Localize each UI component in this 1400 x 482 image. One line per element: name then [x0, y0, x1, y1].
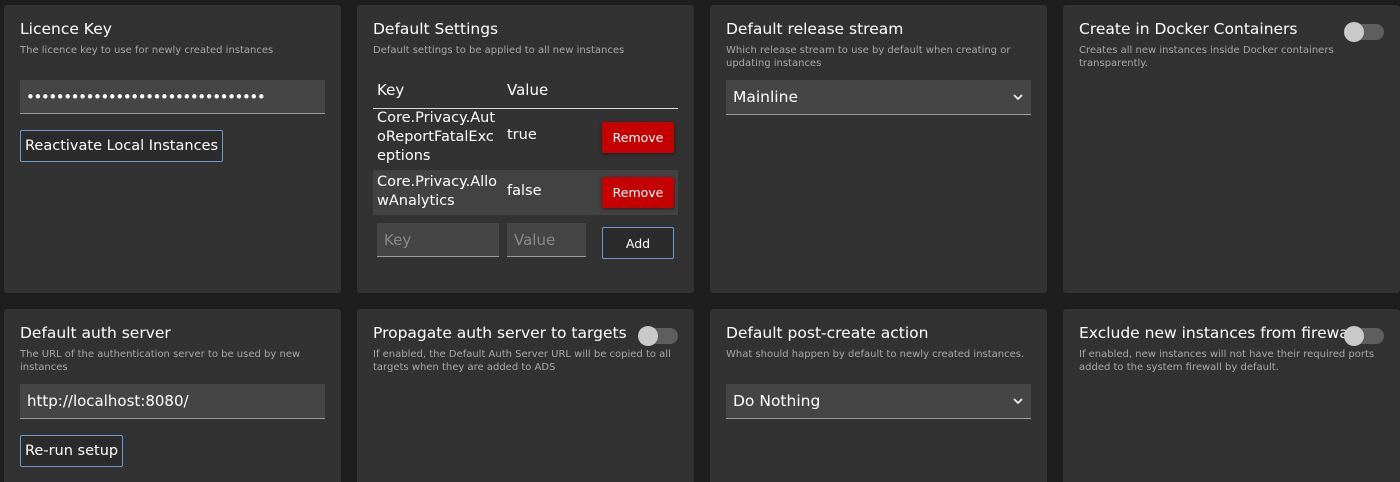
propagate-description: If enabled, the Default Auth Server URL …	[373, 349, 671, 373]
remove-setting-button[interactable]: Remove	[602, 177, 674, 208]
firewall-title: Exclude new instances from firewall	[1079, 324, 1358, 342]
toggle-knob	[1344, 22, 1364, 42]
firewall-description: If enabled, new instances will not have …	[1079, 349, 1375, 373]
post-create-card: Default post-create action What should h…	[710, 309, 1047, 482]
table-row: Core.Privacy.AutoReportFatalExceptions t…	[373, 109, 678, 169]
table-row: Core.Privacy.AllowAnalytics false Remove	[373, 170, 678, 215]
setting-value: true	[507, 127, 537, 143]
release-stream-title: Default release stream	[726, 20, 904, 38]
setting-key: Core.Privacy.AllowAnalytics	[377, 174, 498, 209]
licence-key-input[interactable]: ••••••••••••••••••••••••••••••••	[20, 80, 325, 114]
auth-server-description: The URL of the authentication server to …	[20, 349, 301, 373]
docker-card: Create in Docker Containers Creates all …	[1063, 5, 1400, 293]
release-stream-selected: Mainline	[733, 88, 798, 106]
settings-grid: Licence Key The licence key to use for n…	[0, 0, 1400, 482]
setting-value: false	[507, 183, 542, 199]
rerun-setup-button[interactable]: Re-run setup	[20, 435, 124, 467]
reactivate-local-instances-button[interactable]: Reactivate Local Instances	[20, 130, 224, 162]
propagate-toggle[interactable]	[638, 326, 678, 346]
new-setting-key-input[interactable]	[377, 223, 499, 257]
licence-key-card: Licence Key The licence key to use for n…	[4, 5, 341, 293]
propagate-card: Propagate auth server to targets If enab…	[357, 309, 694, 482]
licence-key-description: The licence key to use for newly created…	[20, 45, 274, 56]
default-settings-card: Default Settings Default settings to be …	[357, 5, 694, 293]
docker-description: Creates all new instances inside Docker …	[1079, 45, 1334, 69]
firewall-toggle[interactable]	[1344, 326, 1384, 346]
settings-table-header: Key Value	[373, 81, 678, 109]
chevron-down-icon	[1013, 94, 1023, 101]
docker-toggle[interactable]	[1344, 22, 1384, 42]
auth-server-url-input[interactable]	[20, 384, 325, 419]
release-stream-description: Which release stream to use by default w…	[726, 45, 1011, 69]
post-create-selected: Do Nothing	[733, 392, 821, 410]
docker-title: Create in Docker Containers	[1079, 20, 1298, 38]
chevron-down-icon	[1013, 398, 1023, 405]
remove-setting-button[interactable]: Remove	[602, 122, 674, 153]
column-header-key: Key	[377, 81, 405, 99]
toggle-knob	[1344, 326, 1364, 346]
release-stream-select[interactable]: Mainline	[726, 80, 1031, 115]
auth-server-title: Default auth server	[20, 324, 171, 342]
default-settings-title: Default Settings	[373, 20, 499, 38]
toggle-knob	[638, 326, 658, 346]
firewall-card: Exclude new instances from firewall If e…	[1063, 309, 1400, 482]
setting-key: Core.Privacy.AutoReportFatalExceptions	[377, 110, 496, 164]
propagate-title: Propagate auth server to targets	[373, 324, 627, 342]
auth-server-card: Default auth server The URL of the authe…	[4, 309, 341, 482]
post-create-select[interactable]: Do Nothing	[726, 384, 1031, 419]
post-create-description: What should happen by default to newly c…	[726, 349, 1025, 360]
release-stream-card: Default release stream Which release str…	[710, 5, 1047, 293]
new-setting-value-input[interactable]	[507, 223, 586, 257]
add-setting-button[interactable]: Add	[602, 227, 674, 259]
licence-key-title: Licence Key	[20, 20, 112, 38]
post-create-title: Default post-create action	[726, 324, 929, 342]
default-settings-description: Default settings to be applied to all ne…	[373, 45, 625, 56]
column-header-value: Value	[507, 81, 549, 99]
